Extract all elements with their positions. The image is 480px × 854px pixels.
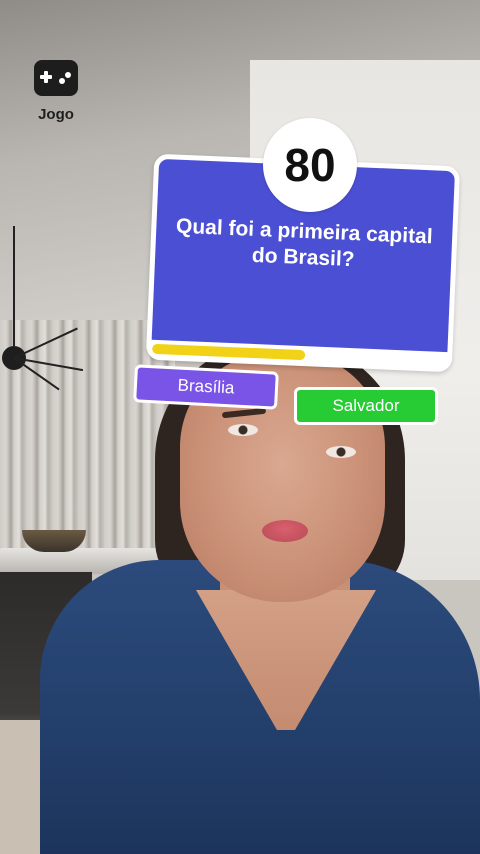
timer-bar bbox=[152, 343, 306, 361]
lamp-wire bbox=[13, 226, 15, 346]
dpad-icon-part bbox=[44, 71, 48, 83]
timer-track bbox=[147, 339, 451, 371]
score-value: 80 bbox=[284, 139, 336, 191]
question-text: Qual foi a primeira capital do Brasil? bbox=[175, 214, 434, 272]
person-lips bbox=[262, 520, 308, 542]
game-label[interactable]: Jogo bbox=[28, 106, 84, 123]
camera-view: Jogo Qual foi a primeira capital do Bras… bbox=[0, 0, 480, 854]
answer-button-salvador[interactable]: Salvador bbox=[294, 387, 438, 425]
answer-button-brasilia[interactable]: Brasília bbox=[133, 364, 279, 410]
person-eye-right bbox=[326, 446, 356, 458]
gamepad-icon[interactable] bbox=[34, 60, 78, 96]
button-dot-icon bbox=[65, 72, 71, 78]
score-badge: 80 bbox=[263, 118, 357, 212]
button-dot-icon bbox=[59, 78, 65, 84]
person-eye-left bbox=[228, 424, 258, 436]
